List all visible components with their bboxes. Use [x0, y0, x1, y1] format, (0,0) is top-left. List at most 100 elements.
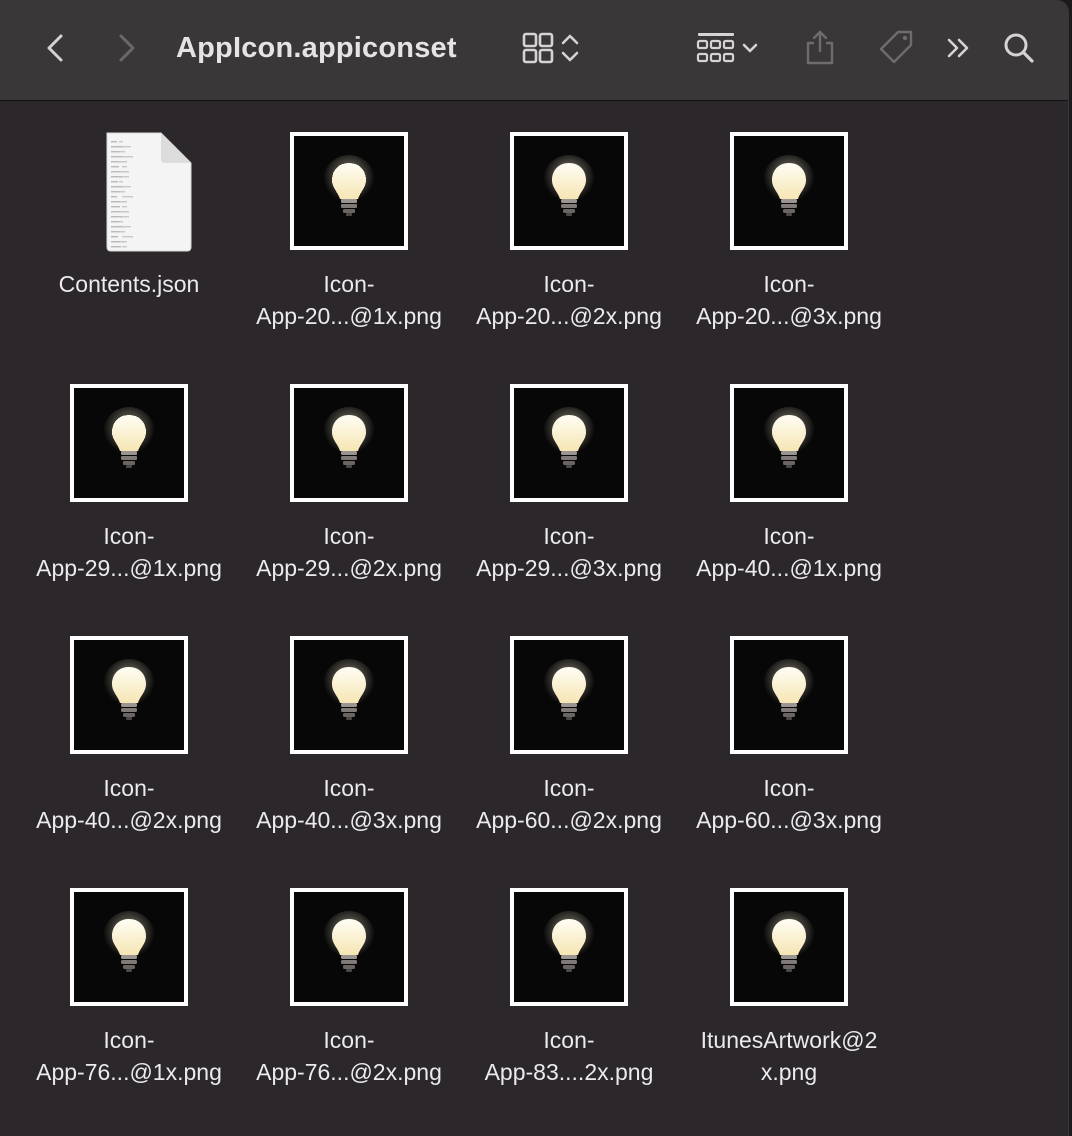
file-name-line-1: Icon- — [103, 775, 155, 801]
lightbulb-icon — [543, 659, 595, 720]
back-button[interactable] — [36, 28, 76, 68]
share-icon — [806, 30, 834, 65]
icon-grid-view-icon — [522, 32, 554, 64]
file-item-image[interactable]: ItunesArtwork@2 x.png — [679, 857, 899, 1109]
file-name-line-1: Icon- — [323, 523, 375, 549]
file-item-image[interactable]: Icon- App-60...@3x.png — [679, 605, 899, 857]
chevron-down-icon — [742, 43, 758, 53]
file-item-image[interactable]: Icon- App-76...@1x.png — [19, 857, 239, 1109]
group-by-button[interactable] — [688, 26, 768, 70]
file-item-image[interactable]: Icon- App-40...@1x.png — [679, 353, 899, 605]
tag-button[interactable] — [872, 26, 920, 70]
file-name-label: ItunesArtwork@2 x.png — [679, 1024, 899, 1088]
file-name-line-1: Icon- — [543, 1027, 595, 1053]
file-grid: Contents.json Icon- App-20...@1x.png Icon- A… — [0, 101, 1068, 1136]
group-by-icon — [696, 33, 735, 63]
lightbulb-icon — [763, 407, 815, 468]
file-name-line-1: Icon- — [763, 775, 815, 801]
file-name-label: Icon- App-60...@3x.png — [679, 772, 899, 836]
toolbar: AppIcon.appiconset — [0, 0, 1068, 101]
file-name-line-2: App-83....2x.png — [484, 1059, 654, 1085]
file-item-document[interactable]: Contents.json — [19, 101, 239, 353]
lightbulb-icon — [543, 911, 595, 972]
magnifier-icon — [1004, 33, 1034, 63]
lightbulb-icon — [763, 911, 815, 972]
file-name-line-2: App-20...@2x.png — [476, 303, 662, 329]
finder-window: AppIcon.appiconset Contents.json Icon- A… — [0, 0, 1069, 1136]
image-thumbnail — [70, 384, 188, 502]
file-name-label: Icon- App-40...@1x.png — [679, 520, 899, 584]
file-item-image[interactable]: Icon- App-29...@1x.png — [19, 353, 239, 605]
file-name-line-2: App-76...@1x.png — [36, 1059, 222, 1085]
file-name-line-1: Icon- — [323, 775, 375, 801]
image-thumbnail — [510, 132, 628, 250]
lightbulb-icon — [323, 911, 375, 972]
file-name-label: Icon- App-40...@2x.png — [19, 772, 239, 836]
file-name-line-2: App-40...@2x.png — [36, 807, 222, 833]
file-name-line-1: Icon- — [543, 523, 595, 549]
file-name-line-2: App-76...@2x.png — [256, 1059, 442, 1085]
image-thumbnail — [290, 636, 408, 754]
image-thumbnail — [730, 636, 848, 754]
file-name-line-1: Icon- — [103, 523, 155, 549]
file-name-line-1: Icon- — [543, 271, 595, 297]
search-button[interactable] — [998, 28, 1040, 68]
image-thumbnail — [730, 888, 848, 1006]
file-name-line-2: App-40...@3x.png — [256, 807, 442, 833]
lightbulb-icon — [103, 911, 155, 972]
lightbulb-icon — [323, 659, 375, 720]
file-name-line-2: App-29...@1x.png — [36, 555, 222, 581]
file-name-line-2: App-29...@2x.png — [256, 555, 442, 581]
file-name-line-1: Icon- — [103, 1027, 155, 1053]
file-name-label: Icon- App-20...@3x.png — [679, 268, 899, 332]
file-name-line-1: Icon- — [763, 271, 815, 297]
lightbulb-icon — [763, 659, 815, 720]
file-name-label: Icon- App-20...@1x.png — [239, 268, 459, 332]
file-name-line-1: Contents.json — [58, 271, 200, 297]
image-thumbnail — [510, 636, 628, 754]
file-name-label: Icon- App-40...@3x.png — [239, 772, 459, 836]
file-item-image[interactable]: Icon- App-20...@1x.png — [239, 101, 459, 353]
file-item-image[interactable]: Icon- App-20...@2x.png — [459, 101, 679, 353]
file-name-line-2: App-20...@3x.png — [696, 303, 882, 329]
json-document-icon — [106, 132, 192, 252]
image-thumbnail — [70, 888, 188, 1006]
image-thumbnail — [730, 132, 848, 250]
forward-button[interactable] — [106, 28, 146, 68]
more-toolbar-items-button[interactable] — [938, 28, 980, 68]
file-item-image[interactable]: Icon- App-40...@3x.png — [239, 605, 459, 857]
share-button[interactable] — [798, 24, 842, 70]
lightbulb-icon — [323, 155, 375, 216]
image-thumbnail — [70, 636, 188, 754]
lightbulb-icon — [763, 155, 815, 216]
image-thumbnail — [730, 384, 848, 502]
file-name-label: Icon- App-83....2x.png — [459, 1024, 679, 1088]
double-chevron-right-icon — [947, 38, 969, 58]
file-item-image[interactable]: Icon- App-76...@2x.png — [239, 857, 459, 1109]
image-thumbnail — [290, 132, 408, 250]
file-name-line-1: ItunesArtwork@2 — [700, 1027, 878, 1053]
file-name-line-2: App-60...@2x.png — [476, 807, 662, 833]
file-name-label: Icon- App-76...@2x.png — [239, 1024, 459, 1088]
view-mode-button[interactable] — [510, 26, 590, 70]
file-name-label: Icon- App-20...@2x.png — [459, 268, 679, 332]
file-name-line-2: App-29...@3x.png — [476, 555, 662, 581]
file-item-image[interactable]: Icon- App-20...@3x.png — [679, 101, 899, 353]
file-name-line-2: App-60...@3x.png — [696, 807, 882, 833]
file-name-label: Icon- App-29...@3x.png — [459, 520, 679, 584]
file-item-image[interactable]: Icon- App-60...@2x.png — [459, 605, 679, 857]
file-name-label: Icon- App-76...@1x.png — [19, 1024, 239, 1088]
file-item-image[interactable]: Icon- App-40...@2x.png — [19, 605, 239, 857]
tag-icon — [879, 30, 913, 64]
file-item-image[interactable]: Icon- App-83....2x.png — [459, 857, 679, 1109]
file-name-line-2: App-40...@1x.png — [696, 555, 882, 581]
lightbulb-icon — [543, 155, 595, 216]
lightbulb-icon — [103, 407, 155, 468]
file-name-line-1: Icon- — [543, 775, 595, 801]
file-name-label: Icon- App-60...@2x.png — [459, 772, 679, 836]
up-down-chevrons-icon — [561, 34, 579, 62]
chevron-right-icon — [119, 34, 135, 62]
file-item-image[interactable]: Icon- App-29...@3x.png — [459, 353, 679, 605]
image-thumbnail — [510, 888, 628, 1006]
file-item-image[interactable]: Icon- App-29...@2x.png — [239, 353, 459, 605]
